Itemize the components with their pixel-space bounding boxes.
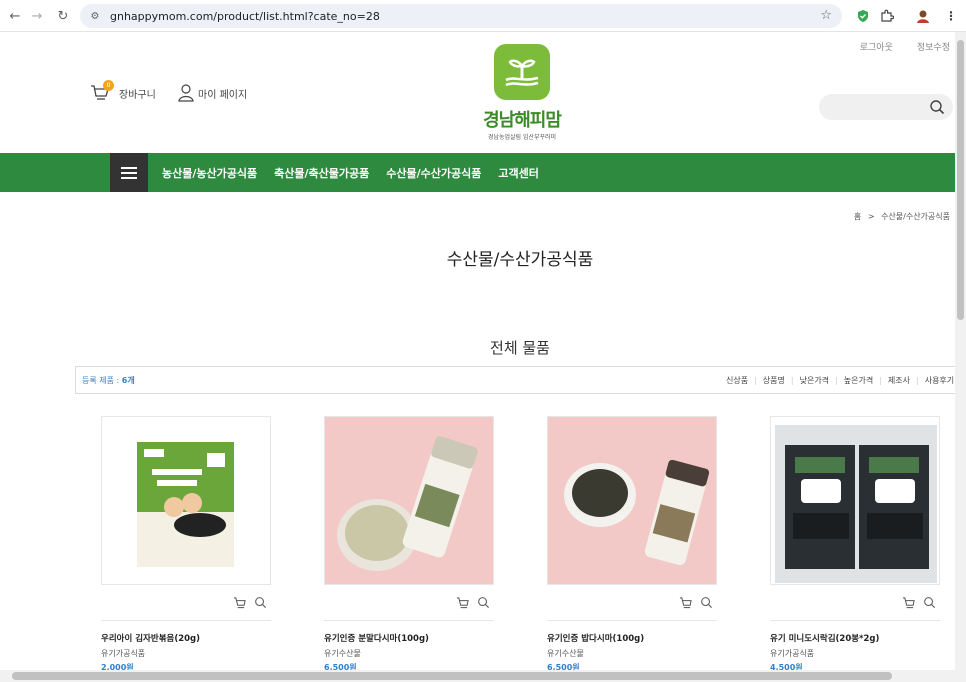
product-name[interactable]: 유기인증 분말다시마(100g) [324,632,494,644]
sort-low-price[interactable]: 낮은가격 [800,375,829,386]
user-icon [178,84,194,102]
back-icon[interactable]: ← [4,5,26,27]
logout-link[interactable]: 로그아웃 [860,40,893,53]
zoom-icon[interactable] [477,596,490,609]
vertical-scroll-thumb[interactable] [957,40,964,320]
address-bar[interactable]: ⚙ gnhappymom.com/product/list.html?cate_… [80,4,842,28]
horizontal-scrollbar[interactable] [0,670,966,682]
logo-mark-icon [494,44,550,100]
hamburger-menu-button[interactable] [110,153,148,192]
mypage-label: 마이 페이지 [198,89,248,101]
product-actions [547,585,717,621]
product-category: 유기수산물 [547,649,584,658]
sort-new[interactable]: 신상품 [726,375,748,386]
hamburger-icon [121,166,137,179]
product-card: 우리아이 김자반볶음(20g) 유기가공식품 2,000원 [101,416,271,673]
product-actions [770,585,940,621]
sort-high-price[interactable]: 높은가격 [844,375,873,386]
page-title: 수산물/수산가공식품 [446,250,594,270]
product-name[interactable]: 유기 미니도시락김(20봉*2g) [770,632,940,644]
browser-menu-icon[interactable]: ⋮ [942,7,960,25]
product-category: 유기수산물 [324,649,361,658]
bookmark-star-icon[interactable]: ☆ [820,8,832,23]
search-box [819,94,953,120]
product-image-seaweed-packs[interactable] [770,416,940,585]
list-toolbar: 등록 제품 : 6개 신상품 | 상품명 | 낮은가격 | 높은가격 | 제조사 | 사용… [75,366,966,394]
reload-icon[interactable]: ↻ [52,5,74,27]
nav-item-agri[interactable]: 농산물/농산가공식품 [162,165,257,181]
shield-extension-icon[interactable] [854,7,872,25]
logo-subtitle: 경남농업살림 임산부꾸러미 [487,134,557,141]
site-info-icon[interactable]: ⚙ [88,9,102,23]
add-to-cart-icon[interactable] [902,596,915,609]
profile-avatar-icon[interactable] [914,7,932,25]
sort-options: 신상품 | 상품명 | 낮은가격 | 높은가격 | 제조사 | 사용후기 [726,375,955,386]
cart-label: 장바구니 [119,89,156,101]
breadcrumb-current[interactable]: 수산물/수산가공식품 [881,212,950,221]
breadcrumb-home[interactable]: 홈 [854,212,861,221]
cart-icon: 0 [90,80,114,102]
mypage-link[interactable]: 마이 페이지 [178,84,247,102]
product-name[interactable]: 유기인증 밥다시마(100g) [547,632,717,644]
nav-item-seafood[interactable]: 수산물/수산가공식품 [386,165,481,181]
cart-count-badge: 0 [103,80,114,91]
product-card: 유기인증 분말다시마(100g) 유기수산물 6,500원 [324,416,494,673]
breadcrumb-separator: > [867,212,875,221]
section-title: 전체 물품 [490,339,550,357]
sort-name[interactable]: 상품명 [763,375,785,386]
product-count-value: 6개 [121,375,135,385]
product-name[interactable]: 우리아이 김자반볶음(20g) [101,632,271,644]
browser-toolbar: ← → ↻ ⚙ gnhappymom.com/product/list.html… [0,0,966,32]
zoom-icon[interactable] [700,596,713,609]
horizontal-scroll-thumb[interactable] [12,672,892,680]
site-header: 로그아웃 정보수정 0 장바구니 마이 페이지 경남해피맘 경남농업살림 임산부… [0,32,966,153]
nav-item-livestock[interactable]: 축산물/축산물가공품 [274,165,369,181]
logo-title: 경남해피맘 [483,110,562,131]
product-image-kelp-powder[interactable] [324,416,494,585]
cart-link[interactable]: 0 장바구니 [90,80,156,102]
main-nav: 농산물/농산가공식품 축산물/축산물가공품 수산물/수산가공식품 고객센터 [0,153,966,192]
top-links: 로그아웃 정보수정 [860,40,950,53]
breadcrumb: 홈 > 수산물/수산가공식품 [854,211,950,222]
edit-info-link[interactable]: 정보수정 [917,40,950,53]
sort-maker[interactable]: 제조사 [888,375,910,386]
product-image-laver-pouch[interactable] [101,416,271,585]
extensions-puzzle-icon[interactable] [878,7,896,25]
add-to-cart-icon[interactable] [456,596,469,609]
product-card: 유기인증 밥다시마(100g) 유기수산물 6,500원 [547,416,717,673]
add-to-cart-icon[interactable] [233,596,246,609]
forward-icon[interactable]: → [26,5,48,27]
zoom-icon[interactable] [923,596,936,609]
zoom-icon[interactable] [254,596,267,609]
product-grid: 우리아이 김자반볶음(20g) 유기가공식품 2,000원 유기인증 분말다시마… [101,416,940,673]
product-image-kelp-flakes[interactable] [547,416,717,585]
add-to-cart-icon[interactable] [679,596,692,609]
product-category: 유기가공식품 [770,649,815,658]
sort-reviews[interactable]: 사용후기 [925,375,954,386]
nav-item-customer-center[interactable]: 고객센터 [498,165,538,181]
site-logo[interactable]: 경남해피맘 경남농업살림 임산부꾸러미 [474,44,570,141]
product-count: 등록 제품 : 6개 [76,375,135,386]
search-input[interactable] [819,94,919,120]
product-actions [324,585,494,621]
product-category: 유기가공식품 [101,649,146,658]
vertical-scrollbar[interactable] [955,32,966,670]
product-card: 유기 미니도시락김(20봉*2g) 유기가공식품 4,500원 [770,416,940,673]
product-actions [101,585,271,621]
search-icon[interactable] [929,99,945,115]
url-text[interactable]: gnhappymom.com/product/list.html?cate_no… [110,10,380,23]
product-count-label: 등록 제품 : [82,375,120,385]
